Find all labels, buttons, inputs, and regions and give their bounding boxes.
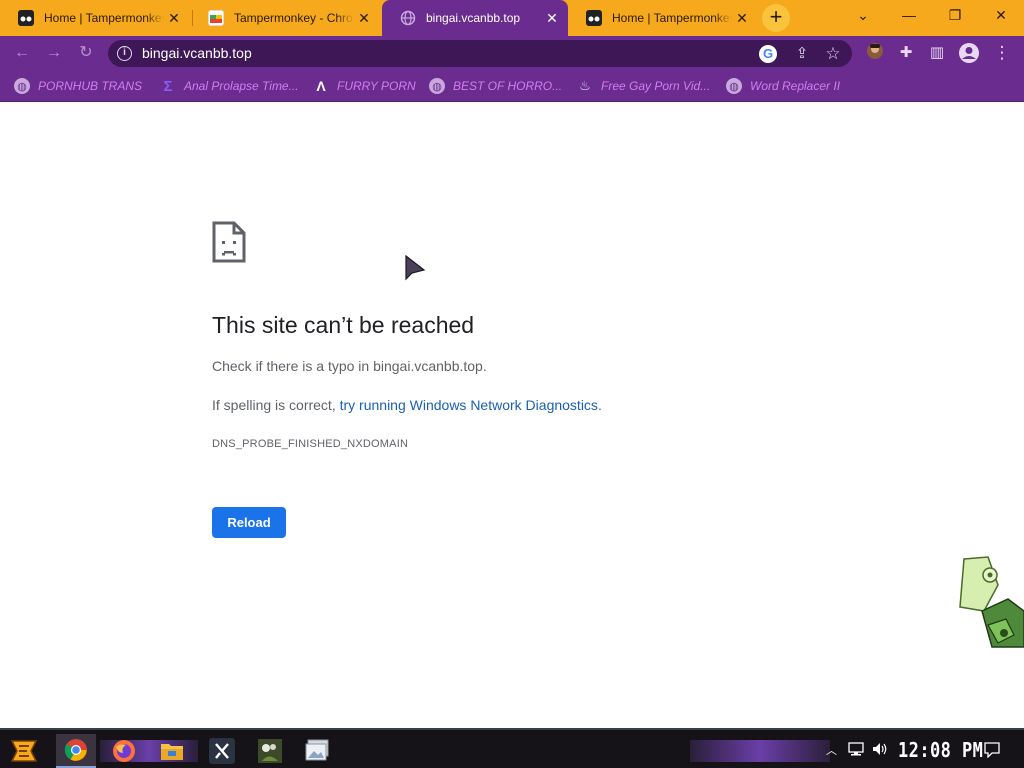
error-page: This site can’t be reached Check if ther… — [0, 103, 1024, 728]
reload-button[interactable]: Reload — [212, 507, 286, 538]
close-window-button[interactable]: ✕ — [978, 0, 1024, 30]
sad-document-icon — [212, 221, 246, 263]
browser-toolbar: ← → ↻ i bingai.vcanbb.top G ⇪ ☆ ✚ ▥ ⋮ — [0, 36, 1024, 70]
chrome-web-store-icon — [208, 10, 224, 26]
bookmark-anal-prolapse[interactable]: Σ Anal Prolapse Time... — [160, 77, 299, 95]
extensions-puzzle-icon[interactable]: ✚ — [895, 42, 917, 64]
bookmark-label: Free Gay Porn Vid... — [601, 79, 711, 93]
bookmark-furry-porn[interactable]: Λ FURRY PORN — [313, 77, 416, 95]
tab-title: Tampermonkey - Chrome Web Store — [234, 11, 354, 25]
network-diagnostics-link[interactable]: try running Windows Network Diagnostics — [340, 397, 598, 413]
bookmark-label: Anal Prolapse Time... — [184, 79, 299, 93]
mouse-cursor-icon — [405, 255, 426, 281]
tab-title: Home | Tampermonkey — [612, 11, 732, 25]
restore-button[interactable]: ❐ — [932, 0, 978, 30]
firefox-icon — [113, 740, 135, 762]
bookmark-icon: Σ — [163, 77, 173, 95]
bookmark-star-icon[interactable]: ☆ — [823, 44, 843, 64]
bookmark-word-replacer[interactable]: ◍ Word Replacer II — [726, 77, 840, 95]
folder-icon — [161, 744, 183, 760]
globe-icon: ◍ — [14, 78, 30, 94]
close-tab-icon[interactable]: ✕ — [166, 10, 182, 26]
bookmarks-bar: ◍ PORNHUB TRANS Σ Anal Prolapse Time... … — [0, 70, 1024, 102]
bookmark-free-gay-porn[interactable]: ♨ Free Gay Porn Vid... — [577, 77, 710, 95]
google-lens-icon[interactable]: G — [759, 45, 777, 63]
address-bar[interactable]: i bingai.vcanbb.top G ⇪ ☆ — [108, 40, 852, 67]
reload-page-button[interactable]: ↻ — [74, 41, 98, 65]
error-title: This site can’t be reached — [212, 312, 475, 338]
taskbar-file-explorer[interactable] — [152, 734, 192, 768]
bookmark-label: Word Replacer II — [750, 79, 841, 93]
tab-tampermonkey-webstore[interactable]: Tampermonkey - Chrome Web Store ✕ — [190, 0, 380, 36]
tab-tampermonkey-home-2[interactable]: Home | Tampermonkey ✕ — [568, 0, 758, 36]
tab-bingai-active[interactable]: bingai.vcanbb.top ✕ — [382, 0, 568, 36]
close-tab-icon[interactable]: ✕ — [734, 10, 750, 26]
tab-title: Home | Tampermonkey — [44, 11, 164, 25]
forward-button[interactable]: → — [42, 41, 66, 65]
typo-hint: Check if there is a typo in bingai.vcanb… — [212, 358, 487, 374]
tab-title: bingai.vcanbb.top — [426, 11, 521, 25]
close-tab-icon[interactable]: ✕ — [544, 10, 560, 26]
site-icon: ♨ — [579, 78, 591, 93]
tab-tampermonkey-home-1[interactable]: Home | Tampermonkey ✕ — [0, 0, 190, 36]
a-logo-icon: Λ — [316, 78, 326, 94]
tampermonkey-icon — [586, 10, 602, 26]
site-info-icon[interactable]: i — [117, 46, 132, 61]
minimize-button[interactable]: — — [886, 0, 932, 30]
show-hidden-icons-chevron-icon[interactable]: ︿ — [826, 742, 837, 758]
bookmark-label: PORNHUB TRANS — [38, 79, 143, 93]
taskbar-clock[interactable]: 12:08 PM — [898, 738, 983, 762]
x-app-icon — [209, 738, 235, 764]
error-code: DNS_PROBE_FINISHED_NXDOMAIN — [212, 438, 409, 450]
tab-strip: Home | Tampermonkey ✕ Tampermonkey - Chr… — [0, 0, 1024, 36]
back-button[interactable]: ← — [10, 41, 34, 65]
volume-icon[interactable] — [872, 742, 888, 759]
close-tab-icon[interactable]: ✕ — [356, 10, 372, 26]
bookmark-label: BEST OF HORRO... — [453, 79, 563, 93]
diagnostics-suffix: . — [597, 397, 602, 413]
globe-icon — [400, 10, 416, 26]
peridot-sticker-icon — [959, 556, 1024, 648]
bookmark-best-of-horror[interactable]: ◍ BEST OF HORRO... — [429, 77, 562, 95]
taskbar-firefox[interactable] — [104, 734, 144, 768]
notifications-icon[interactable] — [984, 742, 1000, 761]
chrome-icon — [64, 739, 87, 761]
taskbar: ︿ 12:08 PM — [0, 728, 1024, 768]
photos-icon — [305, 739, 329, 761]
taskbar-app-x[interactable] — [202, 734, 242, 768]
taskbar-chrome[interactable] — [56, 734, 96, 768]
plant-photo-icon — [258, 739, 282, 763]
diagnostics-prefix: If spelling is correct, — [212, 397, 340, 413]
share-icon[interactable]: ⇪ — [792, 44, 812, 64]
new-tab-button[interactable]: + — [762, 4, 790, 32]
bookmark-label: FURRY PORN — [337, 79, 416, 93]
bookmark-pornhub-trans[interactable]: ◍ PORNHUB TRANS — [14, 77, 142, 95]
taskbar-image-app[interactable] — [250, 734, 290, 768]
diagnostics-hint: If spelling is correct, try running Wind… — [212, 397, 602, 413]
profile-avatar-icon[interactable] — [958, 42, 980, 64]
network-icon[interactable] — [848, 742, 864, 759]
extension-avatar-icon[interactable] — [864, 42, 886, 64]
taskbar-photos[interactable] — [298, 734, 338, 768]
start-button[interactable] — [4, 734, 44, 768]
side-panel-icon[interactable]: ▥ — [926, 42, 948, 64]
url-text[interactable]: bingai.vcanbb.top — [142, 45, 252, 61]
tab-search-chevron-icon[interactable]: ⌄ — [840, 0, 886, 30]
chrome-menu-icon[interactable]: ⋮ — [991, 42, 1013, 64]
taskbar-decoration — [690, 740, 830, 762]
globe-icon: ◍ — [726, 78, 742, 94]
tampermonkey-icon — [18, 10, 34, 26]
globe-icon: ◍ — [429, 78, 445, 94]
